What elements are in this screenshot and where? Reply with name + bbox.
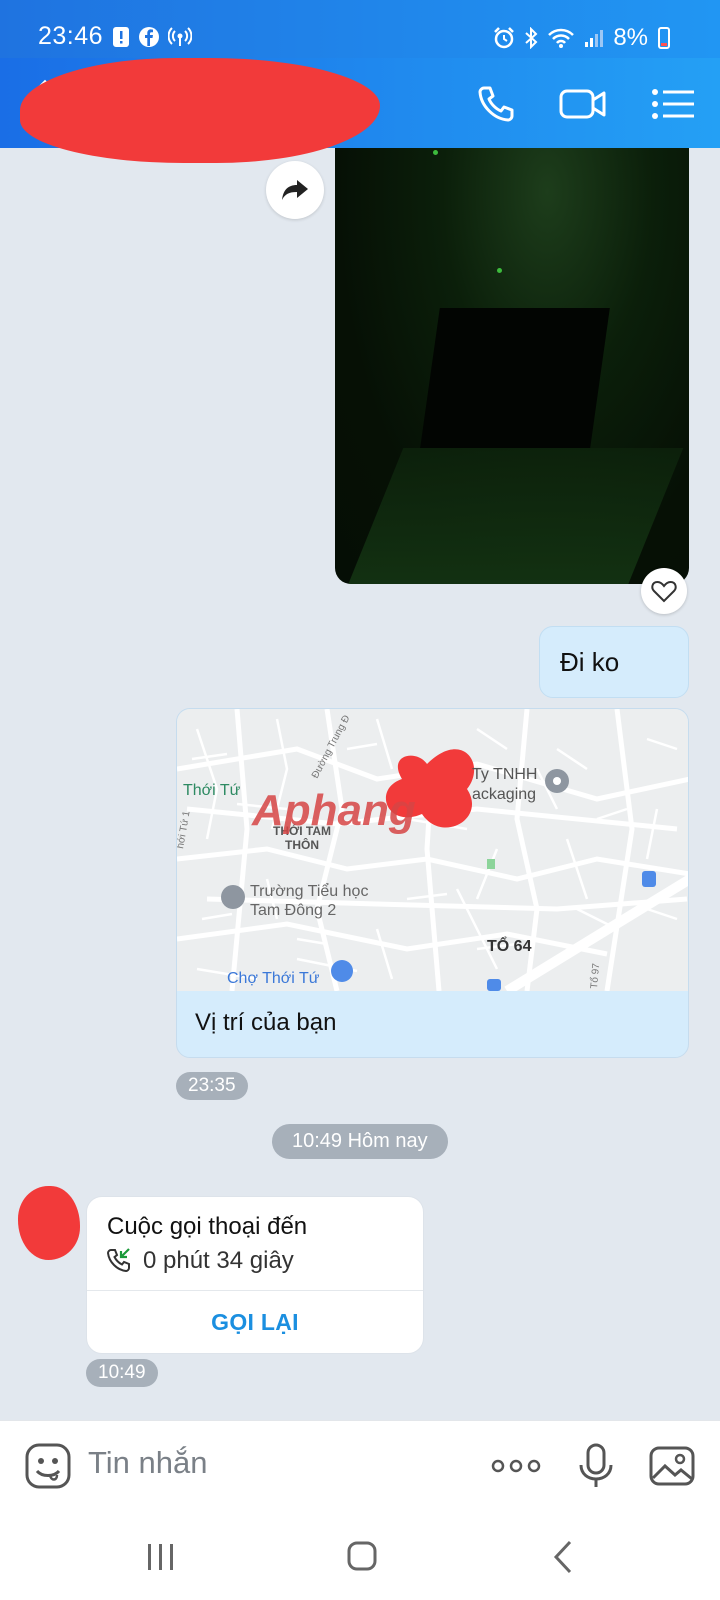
map-label-road-3: Tổ 97 [588, 962, 602, 989]
hotspot-icon [168, 27, 192, 46]
battery-icon [658, 27, 670, 49]
signal-icon [585, 30, 604, 47]
map-label-thoi-tu: Thới Tứ [183, 782, 241, 799]
status-time: 23:46 [38, 22, 104, 50]
back-nav-icon[interactable] [552, 1540, 574, 1574]
location-title: Vị trí của bạn [195, 1009, 337, 1036]
more-icon[interactable] [490, 1442, 542, 1490]
image-message[interactable] [335, 148, 689, 584]
location-card[interactable]: Thới Tứ THỚI TAM THÔN Trường Tiểu học Ta… [176, 708, 689, 1058]
map-label-road-2: hới Tứ 1 [177, 810, 193, 850]
alarm-icon [494, 27, 515, 49]
alert-icon [113, 27, 129, 47]
recents-icon[interactable] [146, 1542, 176, 1572]
react-heart-button[interactable] [641, 568, 687, 614]
map-label-company-1: Ty TNHH [472, 766, 537, 783]
map-label-company-2: ackaging [472, 786, 536, 803]
forward-icon [282, 180, 308, 200]
status-bar: 23:46 8% [0, 0, 720, 58]
call-duration: 0 phút 34 giây [143, 1247, 294, 1274]
home-icon[interactable] [346, 1540, 378, 1572]
bluetooth-icon [525, 27, 538, 49]
chat-header [0, 58, 720, 163]
map-drawing: Thới Tứ THỚI TAM THÔN Trường Tiểu học Ta… [177, 709, 688, 991]
message-time: 10:49 [86, 1359, 158, 1387]
facebook-icon [139, 27, 159, 47]
message-list[interactable]: Đi ko Thới Tứ THỚI TAM THÔN Trường Tiểu … [0, 148, 720, 1420]
message-composer: Tin nhắn [0, 1420, 720, 1510]
status-right-icons: 8% [493, 24, 670, 52]
image-dot [433, 150, 438, 155]
message-time: 23:35 [176, 1072, 248, 1100]
image-dot [497, 268, 502, 273]
menu-icon[interactable] [650, 82, 696, 126]
video-icon[interactable] [558, 82, 608, 126]
image-shade [346, 448, 684, 584]
avatar[interactable] [18, 1186, 80, 1260]
map-label-to64: TỔ 64 [487, 936, 532, 955]
date-divider: 10:49 Hôm nay [272, 1124, 448, 1159]
heart-icon [651, 580, 677, 603]
status-left-icons [112, 26, 192, 48]
map-label-school-1: Trường Tiểu học [250, 882, 368, 900]
watermark-logo: Aphang [251, 786, 416, 835]
incoming-call-icon [106, 1248, 130, 1273]
map-label-market: Chợ Thới Tứ [227, 970, 320, 987]
location-map[interactable]: Thới Tứ THỚI TAM THÔN Trường Tiểu học Ta… [177, 709, 688, 991]
call-back-button[interactable]: GỌI LẠI [87, 1290, 423, 1353]
outgoing-message[interactable]: Đi ko [539, 626, 689, 698]
message-input[interactable]: Tin nhắn [88, 1445, 208, 1481]
mic-icon[interactable] [572, 1442, 620, 1490]
system-nav-bar [0, 1510, 720, 1600]
forward-button[interactable] [266, 161, 324, 219]
sticker-icon[interactable] [24, 1442, 72, 1490]
battery-percent: 8% [613, 24, 648, 51]
wifi-icon [548, 28, 575, 48]
map-label-school-2: Tam Đông 2 [250, 902, 336, 919]
image-icon[interactable] [648, 1442, 696, 1490]
map-label-thon: THÔN [285, 837, 319, 852]
call-title: Cuộc gọi thoại đến [107, 1213, 308, 1240]
call-card: Cuộc gọi thoại đến 0 phút 34 giây GỌI LẠ… [86, 1196, 424, 1354]
phone-icon[interactable] [474, 82, 518, 126]
image-shade [420, 308, 610, 448]
